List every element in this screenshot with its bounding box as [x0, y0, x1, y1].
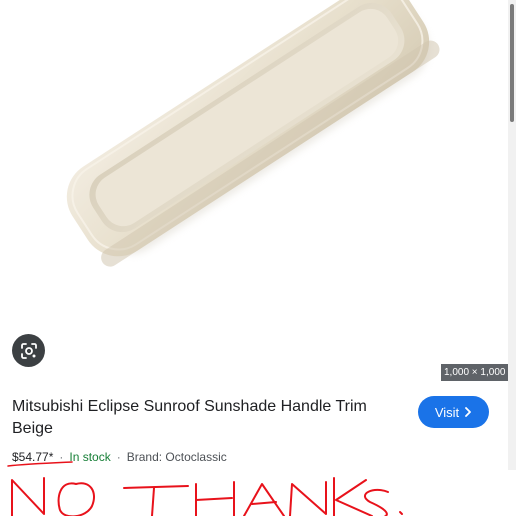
- product-image-area[interactable]: 1,000 × 1,000: [0, 0, 508, 388]
- google-lens-icon: [20, 342, 37, 359]
- visit-button[interactable]: Visit: [418, 396, 489, 428]
- separator: ·: [116, 450, 121, 464]
- handwritten-no-thanks: [11, 477, 403, 516]
- chevron-right-icon: [465, 407, 472, 417]
- product-title[interactable]: Mitsubishi Eclipse Sunroof Sunshade Hand…: [12, 396, 402, 440]
- price-underline-mark: [7, 461, 73, 467]
- scrollbar-thumb[interactable]: [510, 4, 514, 122]
- product-image: [66, 0, 440, 267]
- lens-search-button[interactable]: [12, 334, 45, 367]
- image-dimensions-badge: 1,000 × 1,000: [441, 364, 508, 381]
- handwritten-annotation: [0, 470, 516, 516]
- brand: Brand: Octoclassic: [126, 450, 227, 464]
- visit-label: Visit: [434, 404, 460, 420]
